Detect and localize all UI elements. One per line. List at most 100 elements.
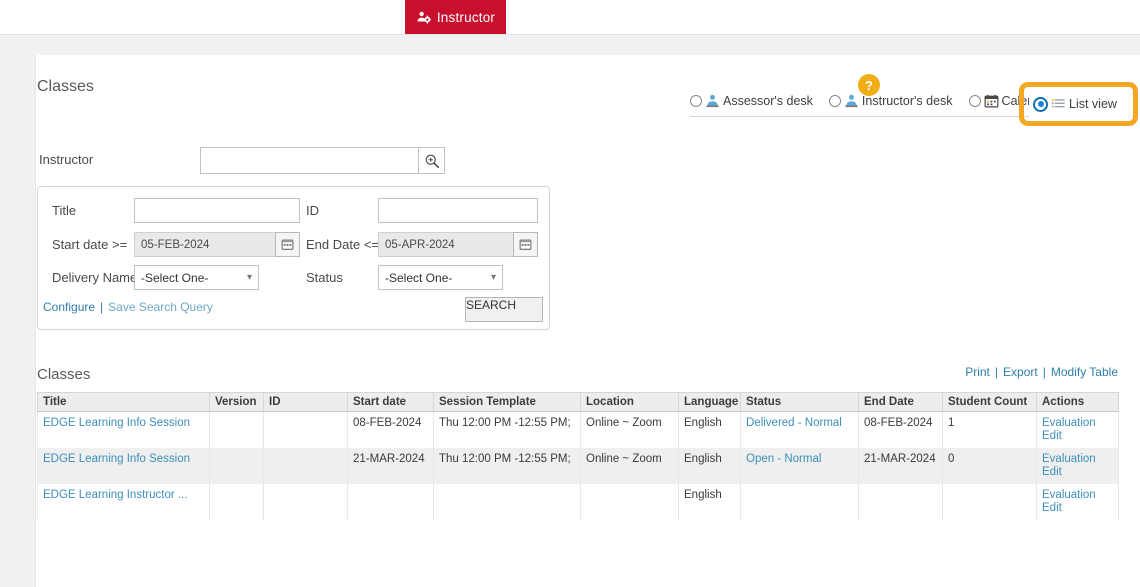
save-search-query-link[interactable]: Save Search Query bbox=[108, 300, 213, 314]
row-version bbox=[209, 411, 264, 448]
col-session-template[interactable]: Session Template bbox=[433, 392, 581, 412]
instructor-search-group bbox=[200, 147, 445, 174]
row-language: English bbox=[678, 484, 741, 520]
row-language: English bbox=[678, 448, 741, 484]
end-date-group: 05-APR-2024 bbox=[378, 232, 538, 257]
start-date-input[interactable]: 05-FEB-2024 bbox=[134, 232, 275, 257]
row-session-template: Thu 12:00 PM -12:55 PM; bbox=[433, 411, 581, 448]
row-session-template: Thu 12:00 PM -12:55 PM; bbox=[433, 448, 581, 484]
row-start-date: 08-FEB-2024 bbox=[347, 411, 434, 448]
row-status-link[interactable]: Open - Normal bbox=[746, 453, 821, 465]
tools-separator: | bbox=[1042, 365, 1046, 379]
row-student-count bbox=[942, 484, 1037, 520]
page-title: Classes bbox=[37, 78, 94, 95]
list-view-highlight bbox=[1019, 82, 1138, 126]
tab-instructor-label: Instructor bbox=[436, 9, 496, 25]
magnifier-plus-icon[interactable] bbox=[418, 147, 445, 174]
calendar-icon[interactable] bbox=[275, 232, 300, 257]
view-option-instructors-desk[interactable]: Instructor's desk bbox=[828, 94, 969, 108]
status-select[interactable]: -Select One- ▾ bbox=[378, 265, 503, 290]
table-header-row: Title Version ID Start date Session Temp… bbox=[37, 392, 1119, 412]
evaluation-link[interactable]: Evaluation bbox=[1042, 489, 1113, 502]
col-actions[interactable]: Actions bbox=[1036, 392, 1119, 412]
instructor-input[interactable] bbox=[200, 147, 418, 174]
radio-instructors-desk[interactable] bbox=[828, 95, 841, 107]
col-language[interactable]: Language bbox=[678, 392, 741, 412]
delivery-name-select[interactable]: -Select One- ▾ bbox=[134, 265, 259, 290]
col-student-count[interactable]: Student Count bbox=[942, 392, 1037, 412]
row-language: English bbox=[678, 411, 741, 448]
col-start-date[interactable]: Start date bbox=[347, 392, 434, 412]
search-panel: Title ID Start date >= 05-FEB-2024 End D… bbox=[37, 186, 550, 330]
configure-link[interactable]: Configure bbox=[43, 300, 95, 314]
row-end-date bbox=[858, 484, 943, 520]
view-option-assessors-desk[interactable]: Assessor's desk bbox=[690, 94, 829, 108]
evaluation-link[interactable]: Evaluation bbox=[1042, 417, 1113, 430]
start-date-label: Start date >= bbox=[52, 237, 128, 252]
table-row: EDGE Learning Instructor ... English Eva… bbox=[37, 484, 1119, 520]
row-end-date: 08-FEB-2024 bbox=[858, 411, 943, 448]
col-end-date[interactable]: End Date bbox=[858, 392, 943, 412]
row-id bbox=[263, 448, 348, 484]
row-student-count: 1 bbox=[942, 411, 1037, 448]
classes-table: Title Version ID Start date Session Temp… bbox=[37, 392, 1119, 520]
modify-table-link[interactable]: Modify Table bbox=[1051, 365, 1118, 379]
delivery-name-label: Delivery Name bbox=[52, 270, 138, 285]
chevron-down-icon: ▾ bbox=[490, 272, 496, 283]
tab-instructor[interactable]: Instructor bbox=[405, 0, 506, 34]
col-status[interactable]: Status bbox=[740, 392, 859, 412]
row-end-date: 21-MAR-2024 bbox=[858, 448, 943, 484]
link-separator: | bbox=[100, 300, 104, 314]
calendar-icon[interactable] bbox=[513, 232, 538, 257]
end-date-input[interactable]: 05-APR-2024 bbox=[378, 232, 513, 257]
view-option-label: Instructor's desk bbox=[861, 94, 953, 108]
row-location: Online ~ Zoom bbox=[580, 448, 679, 484]
table-row: EDGE Learning Info Session 21-MAR-2024 T… bbox=[37, 448, 1119, 484]
instructor-desk-icon bbox=[844, 94, 859, 108]
row-location: Online ~ Zoom bbox=[580, 411, 679, 448]
edit-link[interactable]: Edit bbox=[1042, 430, 1113, 443]
instructor-person-gear-icon bbox=[416, 10, 431, 25]
evaluation-link[interactable]: Evaluation bbox=[1042, 453, 1113, 466]
search-button[interactable]: SEARCH bbox=[465, 297, 543, 322]
title-label: Title bbox=[52, 203, 77, 218]
left-rail bbox=[0, 55, 36, 587]
search-panel-links: Configure | Save Search Query bbox=[43, 300, 213, 314]
status-value: -Select One- bbox=[385, 270, 453, 285]
top-bar: Instructor bbox=[0, 0, 1140, 34]
id-label: ID bbox=[306, 203, 319, 218]
export-link[interactable]: Export bbox=[1003, 365, 1038, 379]
assessor-desk-icon bbox=[705, 94, 720, 108]
print-link[interactable]: Print bbox=[965, 365, 990, 379]
help-icon[interactable]: ? bbox=[858, 74, 880, 96]
col-location[interactable]: Location bbox=[580, 392, 679, 412]
status-label: Status bbox=[306, 270, 343, 285]
instructor-label: Instructor bbox=[39, 152, 94, 167]
secondary-band bbox=[0, 34, 1140, 55]
table-title: Classes bbox=[37, 366, 91, 383]
tools-separator: | bbox=[994, 365, 999, 379]
row-title-link[interactable]: EDGE Learning Info Session bbox=[43, 417, 190, 429]
delivery-name-value: -Select One- bbox=[141, 270, 209, 285]
radio-calendar-view[interactable] bbox=[968, 95, 981, 107]
end-date-label: End Date <= bbox=[306, 237, 379, 252]
row-session-template bbox=[433, 484, 581, 520]
row-id bbox=[263, 484, 348, 520]
id-input[interactable] bbox=[378, 198, 538, 223]
col-title[interactable]: Title bbox=[37, 392, 210, 412]
row-actions: Evaluation Edit bbox=[1036, 411, 1119, 448]
title-input[interactable] bbox=[134, 198, 300, 223]
row-title-link[interactable]: EDGE Learning Info Session bbox=[43, 453, 190, 465]
row-title-link[interactable]: EDGE Learning Instructor ... bbox=[43, 489, 187, 501]
col-id[interactable]: ID bbox=[263, 392, 348, 412]
table-row: EDGE Learning Info Session 08-FEB-2024 T… bbox=[37, 411, 1119, 448]
edit-link[interactable]: Edit bbox=[1042, 466, 1113, 479]
edit-link[interactable]: Edit bbox=[1042, 502, 1113, 515]
row-version bbox=[209, 448, 264, 484]
row-status-link[interactable]: Delivered - Normal bbox=[746, 417, 842, 429]
col-version[interactable]: Version bbox=[209, 392, 264, 412]
row-actions: Evaluation Edit bbox=[1036, 484, 1119, 520]
radio-assessors-desk[interactable] bbox=[690, 95, 702, 107]
row-student-count: 0 bbox=[942, 448, 1037, 484]
chevron-down-icon: ▾ bbox=[246, 272, 252, 283]
